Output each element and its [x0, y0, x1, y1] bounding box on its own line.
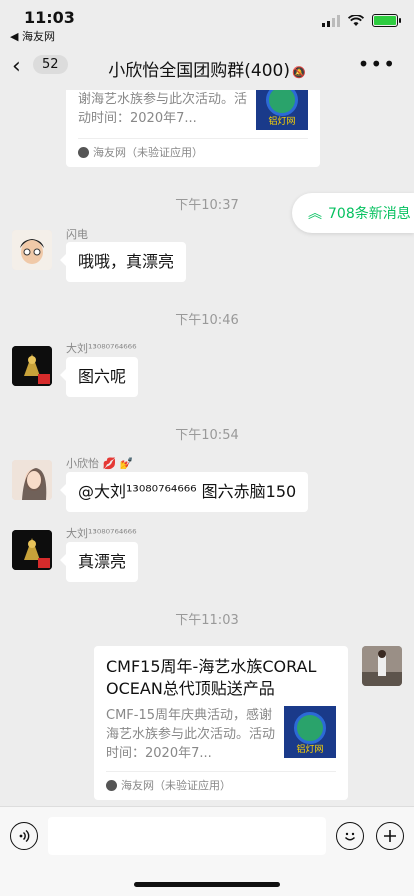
plus-icon[interactable] — [376, 822, 404, 850]
avatar-xiaoxinyi[interactable] — [12, 460, 52, 500]
app-source-icon — [106, 779, 117, 791]
timestamp: 下午11:03 — [175, 613, 239, 628]
sender-name: 大刘¹³⁰⁸⁰⁷⁶⁴⁶⁶⁶ — [66, 527, 137, 540]
timestamp: 下午10:46 — [175, 313, 239, 328]
chat-header: ‹ 52 小欣怡全国团购群(400) 🔕 ••• — [0, 44, 414, 90]
emoji-icon[interactable] — [336, 822, 364, 850]
link-card-mine[interactable]: CMF15周年-海艺水族CORAL OCEAN总代顶贴送产品 CMF-15周年庆… — [94, 646, 348, 800]
link-card-title: CMF15周年-海艺水族CORAL OCEAN总代顶贴送产品 — [106, 657, 317, 698]
link-card-thumbnail: 铝灯网 — [284, 706, 336, 758]
sender-name: 大刘¹³⁰⁸⁰⁷⁶⁴⁶⁶⁶ — [66, 342, 137, 355]
link-card-thumbnail: 铝灯网 — [256, 90, 308, 130]
message-bubble[interactable]: 真漂亮 — [59, 542, 139, 582]
timestamp: 下午10:37 — [175, 198, 239, 213]
status-bar: 11:03 ◀ 海友网 — [0, 0, 414, 44]
more-options-button[interactable]: ••• — [358, 52, 396, 76]
back-to-app-link[interactable]: ◀ 海友网 — [10, 28, 55, 44]
timestamp: 下午10:54 — [175, 428, 239, 443]
link-card-top[interactable]: 谢海艺水族参与此次活动。活动时间：2020年7... 铝灯网 海友网（未验证应用… — [66, 90, 320, 167]
my-avatar[interactable] — [362, 646, 402, 686]
wifi-icon — [348, 14, 364, 26]
chat-title: 小欣怡全国团购群(400) 🔕 — [0, 56, 414, 81]
avatar-daliu[interactable] — [12, 346, 52, 386]
sender-name: 闪电 — [66, 228, 88, 241]
avatar-daliu[interactable] — [12, 530, 52, 570]
link-card-desc: CMF-15周年庆典活动，感谢海艺水族参与此次活动。活动时间：2020年7... — [106, 708, 276, 761]
status-time: 11:03 — [24, 8, 75, 27]
app-source-icon — [78, 146, 89, 158]
voice-icon[interactable] — [10, 822, 38, 850]
status-icons — [322, 14, 401, 27]
link-card-source: 海友网（未验证应用） — [78, 138, 308, 167]
message-input[interactable] — [48, 817, 326, 855]
link-card-source: 海友网（未验证应用） — [106, 771, 336, 800]
avatar-shandian[interactable] — [12, 230, 52, 270]
message-bubble[interactable]: 图六呢 — [59, 357, 139, 397]
link-card-desc: 谢海艺水族参与此次活动。活动时间：2020年7... — [78, 92, 248, 126]
message-list[interactable]: 谢海艺水族参与此次活动。活动时间：2020年7... 铝灯网 海友网（未验证应用… — [0, 90, 414, 806]
message-bubble[interactable]: 哦哦，真漂亮 — [59, 242, 187, 282]
mute-icon: 🔕 — [292, 66, 306, 79]
signal-icon — [322, 14, 340, 27]
message-bubble[interactable]: @大刘¹³⁰⁸⁰⁷⁶⁴⁶⁶⁶ 图六赤脑150 — [59, 472, 309, 512]
home-indicator — [134, 882, 280, 887]
battery-icon — [372, 14, 401, 27]
chat-title-text: 小欣怡全国团购群(400) — [108, 61, 290, 81]
sender-name: 小欣怡 💋 💅 — [66, 457, 134, 470]
